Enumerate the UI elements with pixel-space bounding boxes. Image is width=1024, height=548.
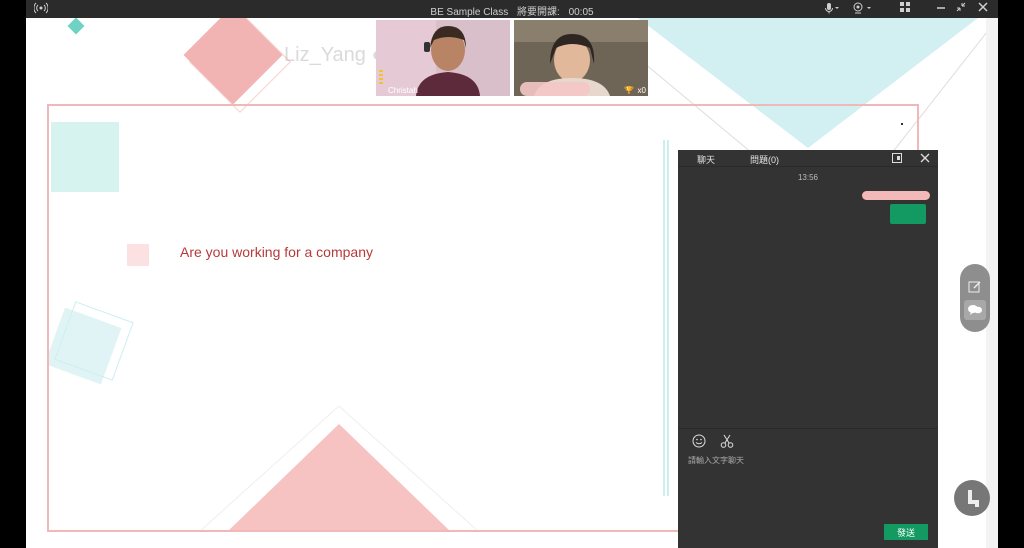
video-tile-student[interactable]: 🏆 x0: [514, 20, 648, 96]
student-video-feed: [514, 20, 648, 96]
restore-icon[interactable]: [956, 2, 966, 16]
tab-chat[interactable]: 聊天: [697, 153, 715, 166]
decor-pink-small-square: [127, 244, 149, 266]
teacher-video-feed: [376, 20, 510, 96]
detach-panel-icon[interactable]: [892, 153, 902, 165]
tab-questions[interactable]: 問題(0): [750, 153, 779, 166]
countdown-value: 00:05: [568, 7, 594, 18]
close-icon[interactable]: [978, 2, 988, 16]
video-name-label: Christah: [388, 86, 418, 95]
chat-input-area: 發送: [678, 428, 938, 548]
minimize-icon[interactable]: [936, 2, 946, 16]
camera-icon[interactable]: [852, 2, 874, 18]
microphone-icon[interactable]: [824, 2, 840, 18]
decor-teal-square: [51, 122, 119, 192]
chat-tabs: 聊天 問題(0): [678, 150, 938, 167]
emoji-icon[interactable]: [692, 434, 706, 450]
decor-pink-triangle: [200, 406, 478, 530]
grid-layout-icon[interactable]: [900, 2, 910, 16]
side-toolbar: [960, 264, 990, 332]
person-seated-icon: [968, 490, 979, 507]
decor-dot: [901, 123, 903, 125]
video-tile-christah[interactable]: Christah: [376, 20, 510, 96]
classroom-stage: Liz_Yang ● 886-971673 Christah 🏆 x0: [26, 18, 998, 548]
chat-message-input[interactable]: [688, 453, 918, 467]
decor-teal-bars: [663, 140, 669, 496]
trophy-icon: 🏆: [624, 86, 634, 95]
close-chat-icon[interactable]: [920, 153, 930, 165]
countdown-label: 將要開課:: [517, 7, 560, 18]
edit-icon[interactable]: [968, 280, 982, 299]
chat-message-bubble: [890, 204, 926, 224]
chat-bubbles-icon[interactable]: [964, 300, 986, 320]
person-seated-button[interactable]: [954, 480, 990, 516]
trophy-count: x0: [637, 86, 646, 95]
class-name: BE Sample Class: [430, 7, 509, 18]
scissors-icon[interactable]: [720, 434, 734, 450]
chat-sender-name-redacted: [862, 191, 930, 200]
chat-timestamp: 13:56: [797, 173, 819, 182]
volume-level-icon: [379, 70, 383, 84]
send-button[interactable]: 發送: [884, 524, 928, 540]
chat-panel: 聊天 問題(0) 13:56 發送: [678, 150, 938, 548]
slide-text: Are you working for a company: [180, 244, 373, 260]
title-bar: BE Sample Class 將要開課: 00:05: [26, 0, 998, 18]
decor-teal-diamond: [67, 18, 85, 35]
